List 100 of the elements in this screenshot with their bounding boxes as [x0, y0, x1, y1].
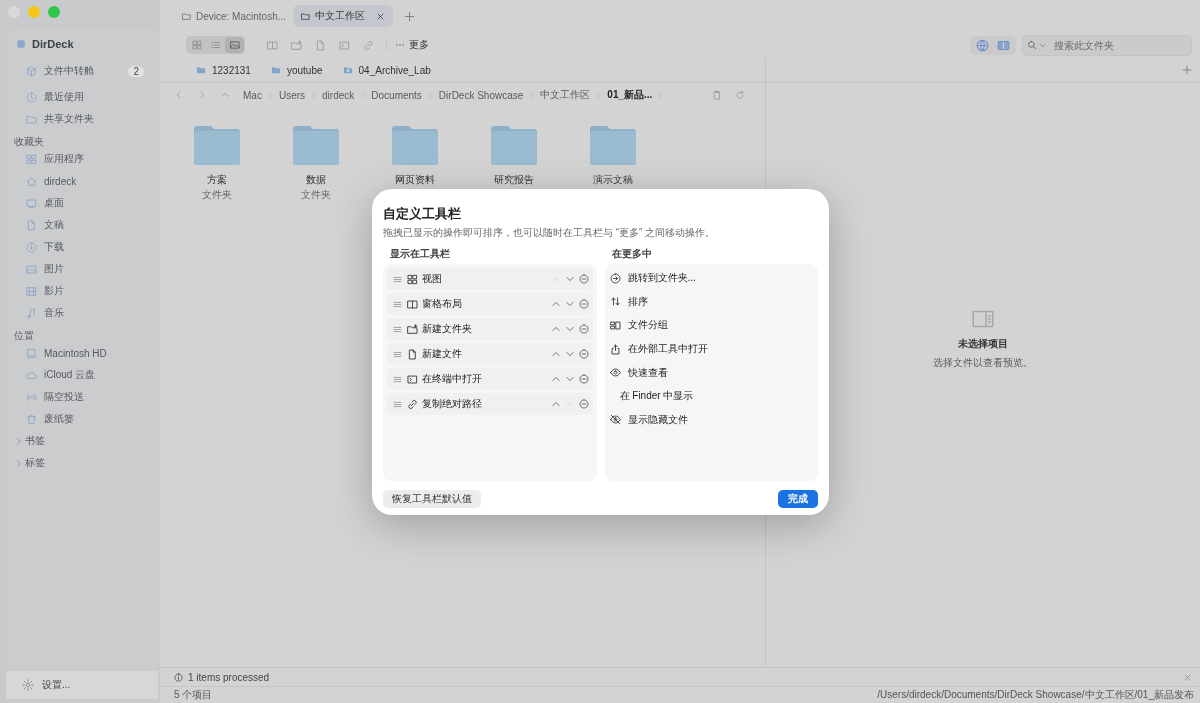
tab[interactable]: Device: Macintosh...: [178, 5, 290, 27]
sidebar-item[interactable]: 影片: [6, 280, 158, 302]
toolbar-action-row[interactable]: 窗格布局: [387, 293, 593, 315]
favorite-item[interactable]: youtube: [270, 64, 323, 76]
eye-icon: [609, 367, 621, 379]
move-up-icon[interactable]: [550, 399, 561, 409]
file-type: 文件夹: [202, 188, 232, 202]
folder-icon[interactable]: [489, 125, 539, 165]
globe-icon[interactable]: [976, 38, 989, 52]
folder-icon: [270, 65, 281, 75]
cloud-icon: [26, 369, 37, 381]
chevron-left-icon[interactable]: [174, 90, 184, 100]
toolbar-action-row[interactable]: 视图: [387, 268, 593, 290]
chevron-right-icon[interactable]: [197, 90, 207, 100]
sidebar-item[interactable]: Macintosh HD: [6, 342, 158, 364]
tab[interactable]: 中文工作区: [293, 5, 393, 27]
remove-icon[interactable]: [578, 299, 589, 309]
reset-button[interactable]: 恢复工具栏默认值: [383, 490, 481, 508]
breadcrumb-item[interactable]: Mac: [243, 89, 262, 101]
more-action-item[interactable]: 在 Finder 中显示: [608, 385, 814, 407]
panel-icon[interactable]: [997, 38, 1010, 52]
folder-icon[interactable]: [390, 125, 440, 165]
view-mode-button[interactable]: [225, 37, 244, 53]
breadcrumb-item[interactable]: dirdeck: [322, 89, 355, 101]
folder-icon[interactable]: [588, 125, 638, 165]
sidebar-item[interactable]: 文件中转舱 2: [6, 56, 158, 86]
sidebar-group[interactable]: 书签: [6, 430, 158, 452]
group-icon: [609, 320, 621, 331]
more-action-item[interactable]: 排序: [608, 291, 814, 313]
more-action-item[interactable]: 快速查看: [608, 362, 814, 383]
more-action-item[interactable]: 文件分组: [608, 315, 814, 336]
sidebar-item[interactable]: 图片: [6, 258, 158, 280]
terminal-icon[interactable]: [339, 39, 350, 51]
sidebar-item[interactable]: 废纸篓: [6, 408, 158, 430]
more-action-item[interactable]: 跳转到文件夹...: [608, 268, 814, 289]
search-input[interactable]: 搜索此文件夹: [1054, 39, 1187, 51]
breadcrumb-item[interactable]: 中文工作区: [540, 88, 591, 102]
move-down-icon[interactable]: [564, 374, 575, 384]
more-action-item[interactable]: 在外部工具中打开: [608, 338, 814, 360]
move-down-icon[interactable]: [564, 299, 575, 309]
home-icon: [26, 175, 37, 187]
link-icon[interactable]: [363, 39, 374, 51]
dialog-subtitle: 拖拽已显示的操作即可排序，也可以随时在工具栏与 “更多” 之间移动操作。: [383, 226, 717, 240]
move-down-icon[interactable]: [564, 324, 575, 334]
chevron-up-icon[interactable]: [220, 90, 230, 100]
sidebar-item[interactable]: 共享文件夹: [6, 108, 158, 130]
remove-icon[interactable]: [578, 349, 589, 359]
folder-icon[interactable]: [192, 125, 242, 165]
move-down-icon[interactable]: [564, 274, 575, 284]
search-field[interactable]: 搜索此文件夹: [1022, 34, 1192, 56]
sidebar-item[interactable]: 最近使用: [6, 86, 158, 108]
action-label: 窗格布局: [422, 297, 462, 311]
toolbar-action-row[interactable]: 在终端中打开: [387, 368, 593, 390]
move-down-icon[interactable]: [564, 349, 575, 359]
new-folder-icon[interactable]: [291, 39, 302, 51]
minimize-window-button[interactable]: [28, 6, 40, 18]
zoom-window-button[interactable]: [48, 6, 60, 18]
breadcrumb-item[interactable]: Documents: [371, 89, 422, 101]
sidebar-item[interactable]: dirdeck: [6, 170, 158, 192]
toolbar-action-row[interactable]: 复制绝对路径: [387, 393, 593, 415]
add-favorite-icon[interactable]: [1182, 65, 1192, 75]
grid-icon: [407, 273, 418, 285]
refresh-icon[interactable]: [735, 90, 745, 100]
sidebar-item[interactable]: 应用程序: [6, 148, 158, 170]
more-button[interactable]: 更多: [395, 38, 429, 52]
remove-icon[interactable]: [578, 324, 589, 334]
sidebar-item[interactable]: 隔空投送: [6, 386, 158, 408]
move-up-icon[interactable]: [550, 349, 561, 359]
document-icon: [26, 219, 37, 231]
sidebar-item[interactable]: 文稿: [6, 214, 158, 236]
clipboard-icon[interactable]: [712, 90, 722, 100]
folder-icon[interactable]: [291, 125, 341, 165]
sidebar-item[interactable]: 下载: [6, 236, 158, 258]
favorite-item[interactable]: 04_Archive_Lab: [342, 64, 431, 76]
app-logo-icon: [16, 39, 26, 49]
move-up-icon[interactable]: [550, 374, 561, 384]
done-button[interactable]: 完成: [778, 490, 818, 508]
breadcrumb-item[interactable]: 01_新品...: [607, 88, 653, 102]
new-tab-icon[interactable]: [404, 10, 415, 22]
more-action-item[interactable]: 显示隐藏文件: [608, 409, 814, 431]
breadcrumb-item[interactable]: DirDeck Showcase: [438, 89, 524, 101]
document-icon[interactable]: [315, 39, 326, 51]
close-icon[interactable]: [376, 11, 385, 21]
close-icon[interactable]: [1183, 672, 1192, 682]
sidebar-item[interactable]: 音乐: [6, 302, 158, 324]
remove-icon[interactable]: [578, 399, 589, 409]
sidebar-item[interactable]: iCloud 云盘: [6, 364, 158, 386]
move-up-icon[interactable]: [550, 324, 561, 334]
file-name: 网页资料: [395, 173, 435, 187]
remove-icon[interactable]: [578, 374, 589, 384]
move-up-icon[interactable]: [550, 299, 561, 309]
settings-button[interactable]: 设置...: [6, 671, 158, 699]
toolbar-action-row[interactable]: 新建文件夹: [387, 318, 593, 340]
remove-icon[interactable]: [578, 274, 589, 284]
breadcrumb-item[interactable]: Users: [278, 89, 306, 101]
sidebar-group[interactable]: 标签: [6, 452, 158, 474]
sidebar-item[interactable]: 桌面: [6, 192, 158, 214]
favorite-item[interactable]: 1232131: [196, 64, 251, 76]
toolbar-action-row[interactable]: 新建文件: [387, 343, 593, 365]
panel-icon[interactable]: [267, 39, 278, 51]
